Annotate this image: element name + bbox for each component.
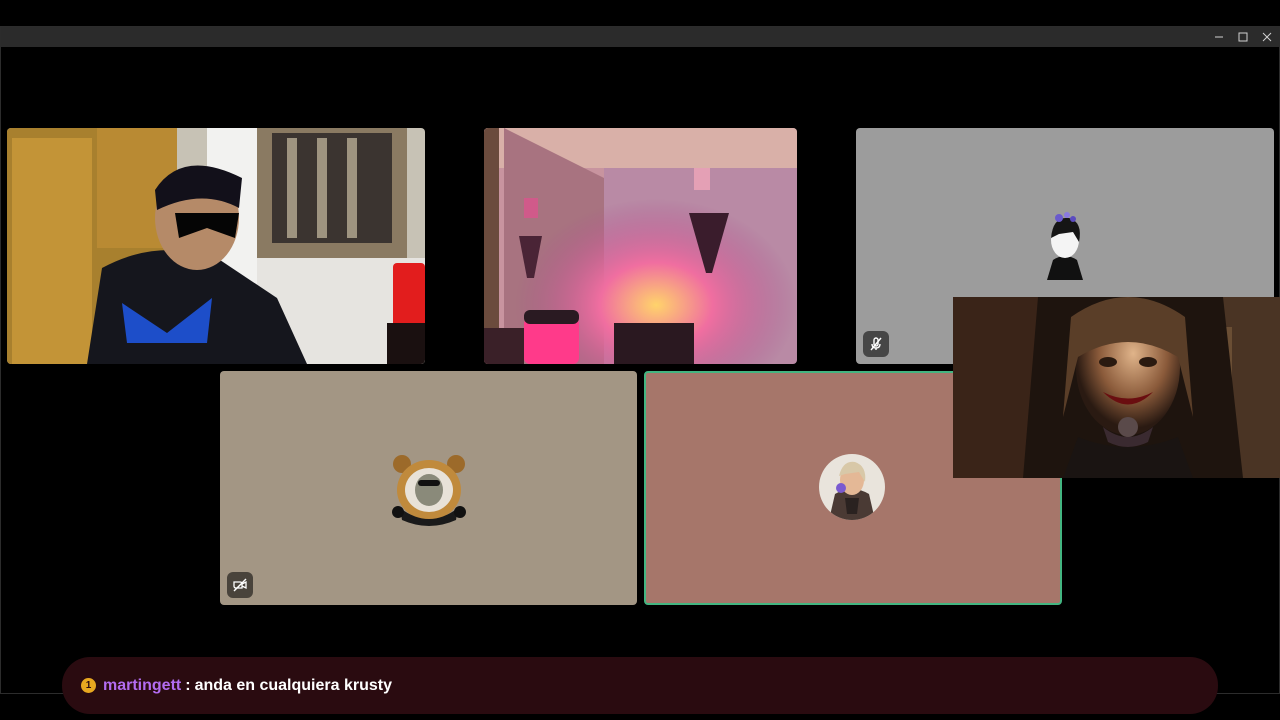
chat-username[interactable]: martingett — [103, 677, 181, 695]
mic-muted-icon — [863, 331, 889, 357]
webcam-overlay-horror-character — [953, 297, 1280, 478]
chat-message-text: anda en cualquiera krusty — [194, 676, 392, 694]
chat-separator: : — [185, 676, 191, 694]
chat-user-badge: 1 — [81, 678, 96, 693]
close-icon[interactable] — [1261, 31, 1273, 43]
participant-avatar — [390, 450, 468, 526]
participant-tile-bear-costume[interactable] — [220, 371, 637, 605]
video-tile-pink-room[interactable] — [484, 128, 797, 364]
chat-message-bar: 1 martingett : anda en cualquiera krusty — [62, 657, 1218, 714]
maximize-icon[interactable] — [1237, 31, 1249, 43]
window-controls — [1213, 27, 1273, 47]
webcam-feed-pink-room — [484, 128, 797, 364]
participant-avatar — [819, 454, 885, 520]
webcam-feed-masked-person — [7, 128, 425, 364]
title-bar — [1, 27, 1279, 47]
camera-off-icon — [227, 572, 253, 598]
participant-avatar — [1039, 208, 1091, 280]
minimize-icon[interactable] — [1213, 31, 1225, 43]
video-tile-masked-person[interactable] — [7, 128, 425, 364]
